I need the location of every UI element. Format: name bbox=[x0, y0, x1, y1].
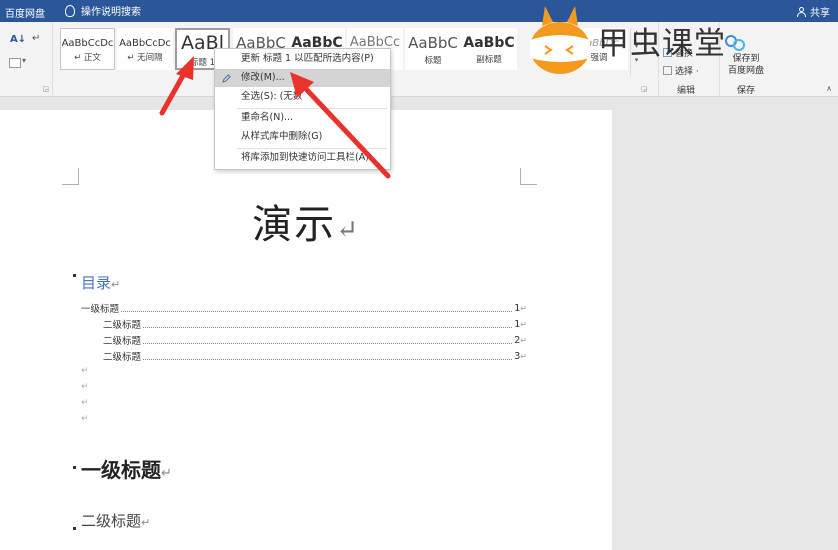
margin-corner bbox=[520, 168, 537, 185]
heading-1-line: 一级标题↵ bbox=[81, 454, 172, 483]
paragraph-mark: ↵ bbox=[81, 382, 89, 392]
show-marks-icon[interactable]: ↵ bbox=[32, 33, 40, 44]
document-page[interactable]: 演示↵ 目录↵ 一级标题 1 ↵ 二级标题 1 ↵ 二级标题 2 ↵ 二级标题 3 ↵ … bbox=[0, 110, 612, 550]
bullet-mark bbox=[73, 466, 76, 469]
toc-row[interactable]: 二级标题 3 ↵ bbox=[103, 349, 527, 364]
menu-item-modify[interactable]: 修改(M)... bbox=[215, 69, 390, 87]
heading-1-text: 一级标题 bbox=[81, 458, 161, 482]
sort-icon[interactable]: A↓ bbox=[10, 34, 26, 45]
menu-item-label: 修改(M)... bbox=[241, 72, 285, 83]
document-title: 演示↵ bbox=[0, 192, 612, 250]
style-title[interactable]: AaBbC 标题 bbox=[405, 28, 461, 70]
style-name: ↵ 无间隔 bbox=[127, 53, 163, 63]
dialog-launcher-icon[interactable]: ◲ bbox=[42, 85, 49, 93]
menu-item-rename[interactable]: 重命名(N)... bbox=[215, 109, 390, 127]
menu-item-label: 从样式库中删除(G) bbox=[241, 131, 323, 142]
menu-item-label: 更新 标题 1 以匹配所选内容(P) bbox=[241, 53, 374, 64]
menu-item-label: 重命名(N)... bbox=[241, 112, 294, 123]
lightbulb-icon bbox=[65, 4, 75, 17]
menu-item-add-to-qat[interactable]: 将库添加到快速访问工具栏(A) bbox=[215, 149, 390, 167]
menu-item-remove-from-gallery[interactable]: 从样式库中删除(G) bbox=[215, 128, 390, 146]
menu-item-label: 全选(S): (无数 bbox=[241, 91, 303, 102]
paragraph-mark: ↵ bbox=[336, 215, 360, 245]
style-name: 标题 bbox=[424, 56, 442, 66]
paragraph-mark: ↵ bbox=[161, 466, 172, 481]
style-name: 副标题 bbox=[476, 55, 502, 65]
logo-text: 甲虫课堂 bbox=[598, 26, 726, 62]
paragraph-mark: ↵ bbox=[520, 351, 527, 361]
toc-leader bbox=[143, 326, 513, 328]
share-button[interactable]: 共享 bbox=[797, 4, 830, 19]
toc-entry-text: 二级标题 bbox=[103, 352, 142, 363]
toc-entry-text: 二级标题 bbox=[103, 320, 142, 331]
paragraph-mark: ↵ bbox=[520, 303, 527, 313]
style-name: ↵ 正文 bbox=[74, 53, 101, 63]
paragraph-mark: ↵ bbox=[81, 366, 89, 376]
paragraph-mark: ↵ bbox=[141, 516, 151, 529]
dialog-launcher-icon[interactable]: ◲ bbox=[641, 85, 648, 93]
menu-item-select-all[interactable]: 全选(S): (无数 bbox=[215, 88, 390, 106]
toc-heading: 目录↵ bbox=[81, 272, 120, 293]
style-preview: AaBbCcDc bbox=[61, 38, 114, 49]
style-context-menu: 更新 标题 1 以匹配所选内容(P) 修改(M)... 全选(S): (无数 重… bbox=[214, 48, 391, 170]
person-icon bbox=[797, 6, 806, 17]
tell-me-search[interactable]: 操作说明搜索 bbox=[65, 3, 141, 18]
toc-row[interactable]: 一级标题 1 ↵ bbox=[81, 301, 527, 316]
share-label: 共享 bbox=[810, 8, 830, 19]
style-preview: AaBbC bbox=[463, 35, 515, 51]
shading-icon[interactable] bbox=[9, 58, 21, 68]
toc-entry-text: 二级标题 bbox=[103, 336, 142, 347]
paragraph-mark: ↵ bbox=[81, 398, 89, 408]
toc-entry-text: 一级标题 bbox=[81, 304, 120, 315]
toc-row[interactable]: 二级标题 1 ↵ bbox=[103, 317, 527, 332]
style-preview: AaBbCcDc bbox=[119, 38, 171, 49]
chevron-down-icon[interactable]: ▾ bbox=[22, 56, 26, 65]
style-normal[interactable]: AaBbCcDc ↵ 正文 bbox=[60, 28, 115, 70]
style-no-spacing[interactable]: AaBbCcDc ↵ 无间隔 bbox=[117, 28, 173, 70]
save-group-label: 保存 bbox=[736, 86, 755, 96]
menu-item-update-heading[interactable]: 更新 标题 1 以匹配所选内容(P) bbox=[215, 50, 390, 68]
paragraph-mark: ↵ bbox=[81, 414, 89, 424]
paragraph-group: A↓ ↵ ▾ ◲ bbox=[0, 22, 53, 96]
toc-leader bbox=[143, 358, 513, 360]
heading-2-text: 二级标题 bbox=[81, 512, 142, 530]
paragraph-mark: ↵ bbox=[520, 319, 527, 329]
title-text: 演示 bbox=[252, 202, 337, 248]
margin-corner bbox=[62, 168, 79, 185]
paragraph-mark: ↵ bbox=[520, 335, 527, 345]
editing-group-label: 编辑 bbox=[677, 86, 696, 96]
toc-leader bbox=[121, 310, 513, 312]
baidu-netdisk-tab[interactable]: 百度网盘 bbox=[5, 5, 45, 20]
toc-heading-text: 目录 bbox=[81, 274, 112, 292]
style-preview: AaBbC bbox=[408, 34, 458, 52]
menu-item-label: 将库添加到快速访问工具栏(A) bbox=[241, 152, 369, 163]
toc-row[interactable]: 二级标题 2 ↵ bbox=[103, 333, 527, 348]
toc-leader bbox=[143, 342, 513, 344]
bullet-mark bbox=[73, 274, 76, 277]
tell-me-label: 操作说明搜索 bbox=[81, 7, 141, 18]
bullet-mark bbox=[73, 527, 76, 530]
style-subtitle[interactable]: AaBbC 副标题 bbox=[461, 28, 517, 70]
paragraph-mark: ↵ bbox=[111, 278, 121, 291]
pencil-icon bbox=[222, 74, 231, 83]
heading-2-line: 二级标题↵ bbox=[81, 510, 150, 531]
collapse-ribbon-icon[interactable]: ∧ bbox=[826, 84, 832, 93]
